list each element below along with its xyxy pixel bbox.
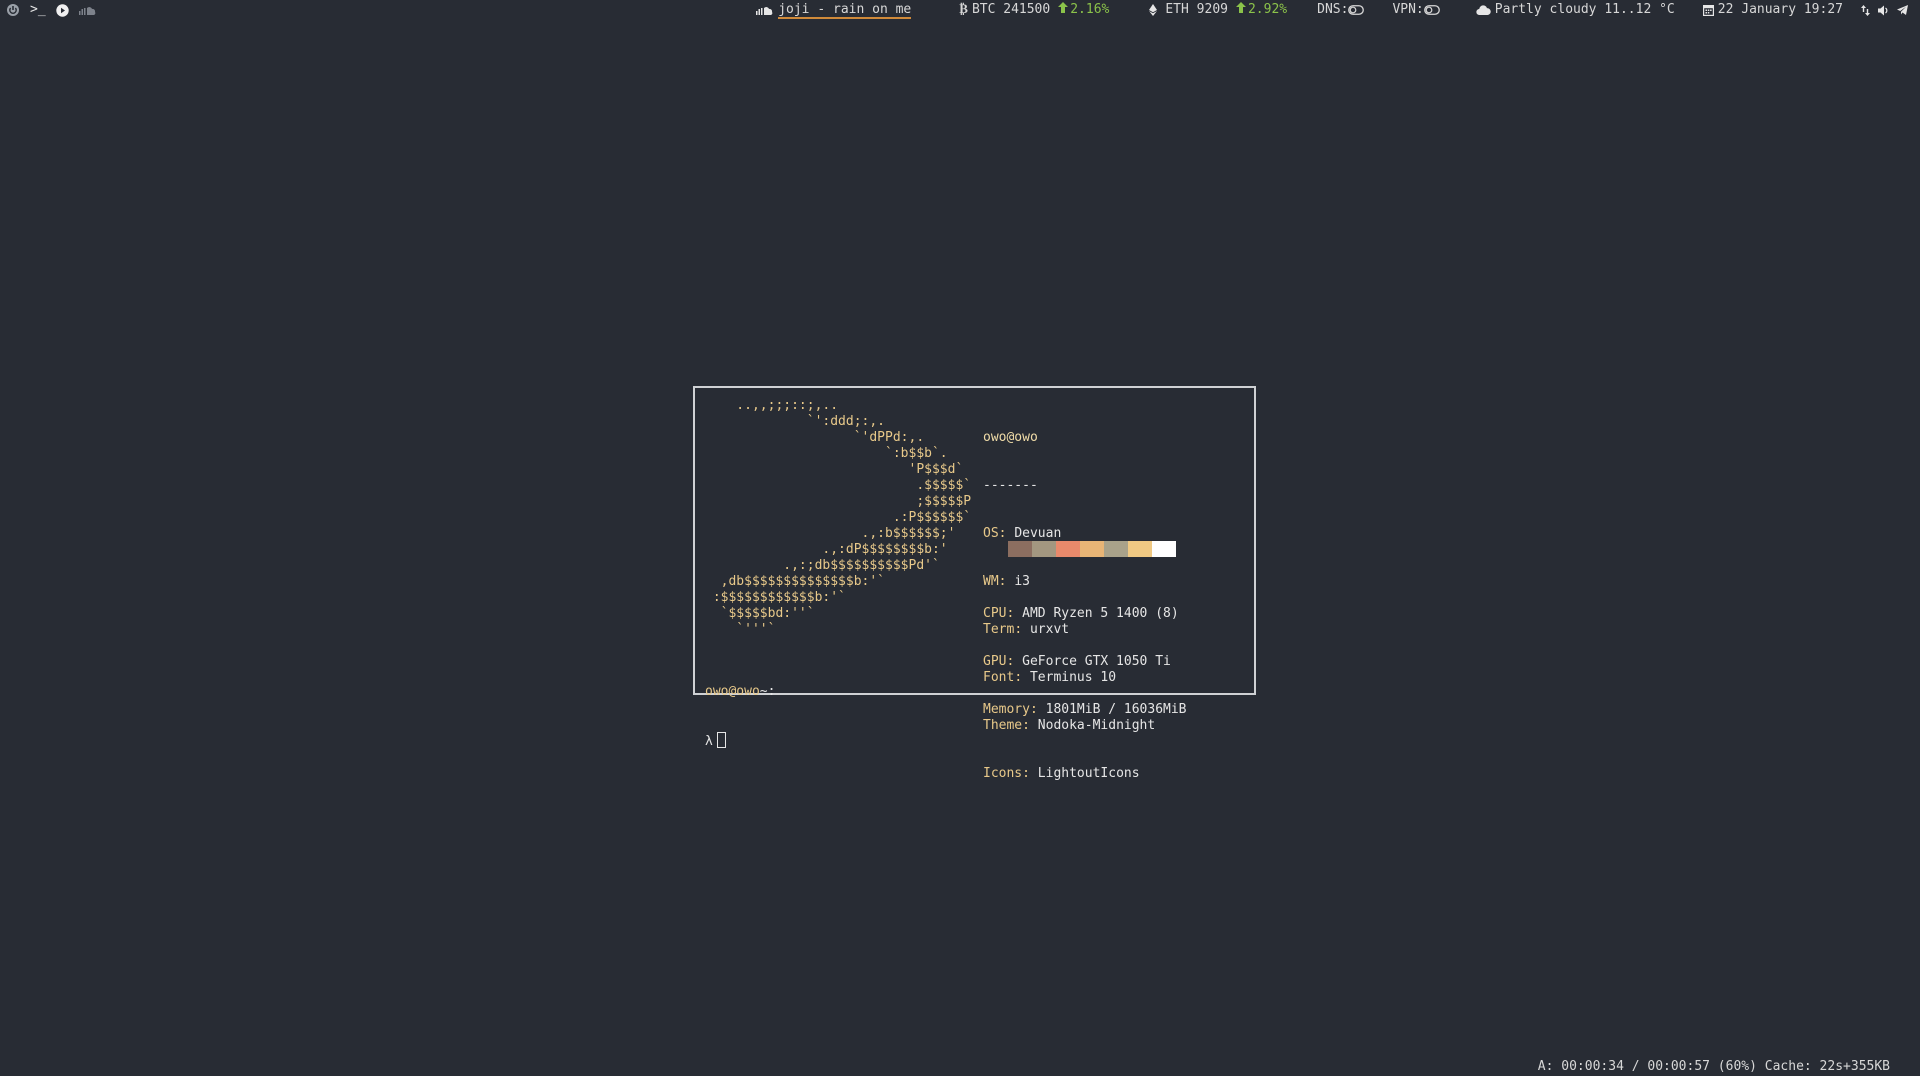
palette-swatch: [1032, 541, 1056, 557]
power-icon[interactable]: [6, 3, 20, 17]
telegram-icon[interactable]: [1897, 5, 1908, 15]
info-cpu: CPU: AMD Ryzen 5 1400 (8): [983, 606, 1179, 621]
prompt-symbol: λ: [705, 734, 713, 749]
playback-status: A: 00:00:34 / 00:00:57 (60%) Cache: 22s+…: [1537, 1059, 1890, 1074]
info-key: Memory: [983, 702, 1030, 717]
palette-swatch: [1008, 541, 1032, 557]
cloud-icon: [1476, 5, 1491, 15]
color-palette: [1008, 541, 1176, 557]
weather[interactable]: Partly cloudy 11..12 °C: [1476, 0, 1675, 20]
arrow-up-icon: [1235, 0, 1246, 20]
dns-status[interactable]: DNS:: [1317, 0, 1368, 20]
toggle-icon: [1423, 5, 1440, 15]
arrow-up-icon: [1058, 0, 1069, 20]
terminal-window[interactable]: ..,,;;;::;,.. `':ddd;:,. `'dPPd:,. `:b$$…: [693, 386, 1256, 781]
btc-change: 2.16%: [1070, 2, 1110, 17]
text-cursor[interactable]: [716, 732, 726, 748]
eth-label: ETH 9209: [1165, 2, 1228, 17]
play-icon[interactable]: [55, 3, 69, 17]
now-playing[interactable]: joji - rain on me: [756, 1, 912, 19]
top-status-bar: >_ joji - rain on me ₿ BTC 241500 2.16%: [0, 0, 1920, 20]
btc-ticker: ₿ BTC 241500 2.16%: [959, 0, 1109, 20]
info-key: OS: [983, 526, 999, 541]
prompt-user: owo@owo: [705, 684, 760, 699]
shell-prompt[interactable]: owo@owo~: λ: [705, 652, 775, 780]
palette-swatch: [1128, 541, 1152, 557]
vpn-label: VPN:: [1392, 2, 1424, 17]
palette-swatch: [1056, 541, 1080, 557]
info-value: Devuan: [1014, 526, 1062, 541]
btc-label: BTC 241500: [971, 2, 1051, 17]
vpn-status[interactable]: VPN:: [1392, 0, 1443, 20]
info-title: owo@owo: [983, 430, 1038, 445]
date-time[interactable]: 22 January 19:27: [1702, 0, 1843, 20]
info-value: AMD Ryzen 5 1400 (8): [1022, 606, 1179, 621]
palette-swatch: [1104, 541, 1128, 557]
info-gpu: GPU: GeForce GTX 1050 Ti: [983, 654, 1171, 669]
info-value: LightoutIcons: [1037, 766, 1140, 781]
eth-change: 2.92%: [1247, 2, 1288, 17]
palette-swatch: [1080, 541, 1104, 557]
palette-swatch: [1152, 541, 1176, 557]
ethereum-icon: [1149, 4, 1158, 16]
now-playing-title: joji - rain on me: [778, 1, 912, 19]
info-key: Icons: [983, 766, 1023, 781]
info-key: GPU: [983, 654, 1007, 669]
tray: [1861, 4, 1912, 16]
weather-text: Partly cloudy 11..12 °C: [1494, 2, 1675, 17]
eth-ticker: ETH 9209 2.92%: [1149, 0, 1287, 20]
topbar-left: >_: [6, 0, 97, 20]
date-text: 22 January 19:27: [1717, 2, 1843, 17]
calendar-icon: [1702, 4, 1714, 16]
topbar-right: joji - rain on me ₿ BTC 241500 2.16% ETH…: [720, 0, 1912, 20]
info-os: OS: Devuan: [983, 526, 1062, 541]
info-separator: -------: [983, 478, 1038, 493]
toggle-icon: [1348, 5, 1365, 15]
prompt-path: ~:: [759, 684, 776, 699]
bitcoin-icon: ₿: [959, 2, 968, 17]
volume-icon[interactable]: [1878, 5, 1889, 16]
info-icons: Icons: LightoutIcons: [983, 766, 1140, 781]
music-cloud-icon: [756, 5, 774, 15]
info-memory: Memory: 1801MiB / 16036MiB: [983, 702, 1187, 717]
info-key: CPU: [983, 606, 1007, 621]
ascii-logo: ..,,;;;::;,.. `':ddd;:,. `'dPPd:,. `:b$$…: [712, 398, 972, 637]
music-cloud-icon[interactable]: [78, 5, 97, 15]
network-icon[interactable]: [1861, 4, 1870, 16]
hardware-info: CPU: AMD Ryzen 5 1400 (8) GPU: GeForce G…: [983, 574, 1187, 750]
dns-label: DNS:: [1317, 2, 1349, 17]
info-value: 1801MiB / 16036MiB: [1045, 702, 1187, 717]
terminal-icon[interactable]: >_: [30, 0, 46, 20]
info-value: GeForce GTX 1050 Ti: [1022, 654, 1171, 669]
